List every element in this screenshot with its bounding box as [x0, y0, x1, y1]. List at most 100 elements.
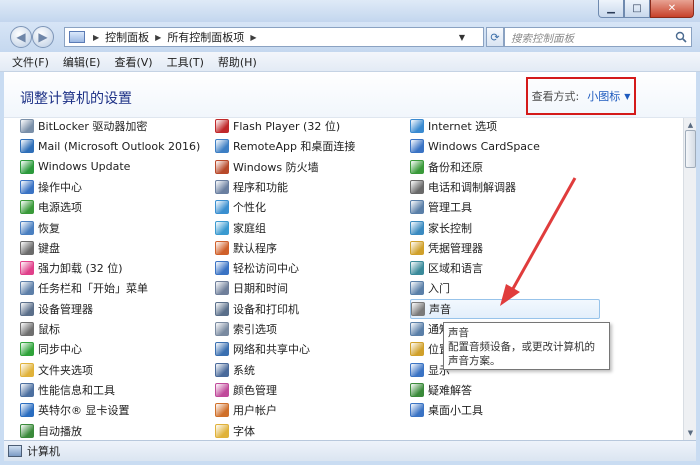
control-panel-item-label: 电话和调制解调器	[428, 180, 516, 194]
intel-graphics-icon	[20, 403, 34, 418]
control-panel-item[interactable]: 强力卸载 (32 位)	[20, 258, 123, 278]
control-panel-item[interactable]: 任务栏和「开始」菜单	[20, 278, 148, 298]
control-panel-item[interactable]: 设备管理器	[20, 299, 93, 319]
control-panel-item-label: 程序和功能	[233, 180, 288, 194]
refresh-button[interactable]: ⟳	[486, 27, 504, 47]
menu-help[interactable]: 帮助(H)	[218, 54, 257, 70]
control-panel-item[interactable]: 电话和调制解调器	[410, 177, 516, 197]
control-panel-item[interactable]: 字体	[215, 421, 255, 441]
bitlocker-icon	[20, 119, 34, 133]
menu-view[interactable]: 查看(V)	[114, 54, 152, 70]
flash-player-icon	[215, 119, 229, 133]
control-panel-item[interactable]: Windows CardSpace	[410, 136, 540, 156]
refresh-icon: ⟳	[490, 30, 500, 44]
control-panel-item[interactable]: BitLocker 驱动器加密	[20, 118, 147, 136]
search-input[interactable]: 搜索控制面板	[504, 27, 692, 47]
control-panel-item[interactable]: 性能信息和工具	[20, 380, 115, 400]
control-panel-item[interactable]: 日期和时间	[215, 278, 288, 298]
breadcrumb-separator-icon[interactable]: ▶	[93, 33, 99, 42]
admin-tools-icon	[410, 200, 424, 215]
control-panel-item[interactable]: 区域和语言	[410, 258, 483, 278]
back-button[interactable]: ◀	[10, 26, 32, 48]
control-panel-item[interactable]: 个性化	[215, 197, 266, 217]
control-panel-item[interactable]: 电源选项	[20, 197, 82, 217]
control-panel-item-label: 自动播放	[38, 424, 82, 438]
control-panel-item[interactable]: 索引选项	[215, 319, 277, 339]
minimize-button[interactable]: ▁	[598, 0, 624, 18]
control-panel-item[interactable]: 英特尔® 显卡设置	[20, 400, 130, 420]
control-panel-item[interactable]: 桌面小工具	[410, 400, 483, 420]
control-panel-item[interactable]: 默认程序	[215, 238, 277, 258]
control-panel-item[interactable]: 系统	[215, 360, 255, 380]
control-panel-item[interactable]: 管理工具	[410, 197, 472, 217]
phone-modem-icon	[410, 179, 424, 194]
page-title: 调整计算机的设置	[20, 91, 132, 107]
menu-tools[interactable]: 工具(T)	[167, 54, 204, 70]
close-button[interactable]: ✕	[650, 0, 694, 18]
control-panel-item[interactable]: RemoteApp 和桌面连接	[215, 136, 355, 156]
view-by-dropdown[interactable]: 小图标	[587, 88, 620, 104]
control-panel-item[interactable]: 程序和功能	[215, 177, 288, 197]
control-panel-item[interactable]: 入门	[410, 278, 450, 298]
control-panel-item[interactable]: 声音	[410, 298, 600, 319]
scrollbar-thumb[interactable]	[685, 130, 696, 168]
control-panel-item-label: 疑难解答	[428, 383, 472, 397]
keyboard-icon	[20, 240, 34, 255]
control-panel-item[interactable]: 颜色管理	[215, 380, 277, 400]
control-panel-item[interactable]: 同步中心	[20, 339, 82, 359]
control-panel-items: BitLocker 驱动器加密 Mail (Microsoft Outlook 2…	[4, 118, 683, 440]
menu-edit[interactable]: 编辑(E)	[63, 54, 101, 70]
control-panel-item-label: 轻松访问中心	[233, 262, 299, 276]
control-panel-item[interactable]: 文件夹选项	[20, 360, 93, 380]
personalization-icon	[215, 200, 229, 215]
control-panel-item[interactable]: 家庭组	[215, 218, 266, 238]
caption-buttons: ▁ □ ✕	[598, 0, 694, 18]
breadcrumb-separator-icon[interactable]: ▶	[155, 33, 161, 42]
maximize-button[interactable]: □	[624, 0, 650, 18]
getting-started-icon	[410, 281, 424, 296]
default-programs-icon	[215, 240, 229, 255]
control-panel-item[interactable]: 疑难解答	[410, 380, 472, 400]
vertical-scrollbar[interactable]: ▲ ▼	[683, 118, 696, 440]
breadcrumb-control-panel[interactable]: 控制面板	[105, 29, 149, 45]
datetime-icon	[215, 281, 229, 296]
control-panel-item-label: Windows CardSpace	[428, 139, 540, 153]
control-panel-item[interactable]: 自动播放	[20, 421, 82, 441]
control-panel-item-label: Windows 防火墙	[233, 160, 319, 174]
control-panel-item[interactable]: 网络和共享中心	[215, 339, 310, 359]
control-panel-item[interactable]: Flash Player (32 位)	[215, 118, 340, 136]
control-panel-item-label: 声音	[429, 302, 451, 316]
chevron-down-icon[interactable]: ▼	[624, 92, 630, 101]
control-panel-item[interactable]: 恢复	[20, 218, 60, 238]
control-panel-item[interactable]: Mail (Microsoft Outlook 2016)	[20, 136, 200, 156]
control-panel-item-label: BitLocker 驱动器加密	[38, 120, 148, 133]
parental-controls-icon	[410, 220, 424, 235]
control-panel-item[interactable]: 用户帐户	[215, 400, 277, 420]
breadcrumb-separator-icon[interactable]: ▶	[250, 33, 256, 42]
control-panel-item[interactable]: 凭据管理器	[410, 238, 483, 258]
control-panel-item-label: 凭据管理器	[428, 241, 483, 255]
mail-icon	[20, 139, 34, 154]
forward-button[interactable]: ▶	[32, 26, 54, 48]
address-dropdown-icon[interactable]: ▼	[459, 33, 465, 42]
notification-icon	[410, 322, 424, 336]
control-panel-item[interactable]: 操作中心	[20, 177, 82, 197]
control-panel-item[interactable]: Internet 选项	[410, 118, 497, 136]
control-panel-item-label: 个性化	[233, 201, 266, 215]
breadcrumb-all-items[interactable]: 所有控制面板项	[167, 29, 244, 45]
control-panel-item[interactable]: 轻松访问中心	[215, 258, 299, 278]
control-panel-item[interactable]: 备份和还原	[410, 157, 483, 177]
control-panel-item[interactable]: 家长控制	[410, 218, 472, 238]
control-panel-item[interactable]: Windows 防火墙	[215, 157, 319, 177]
control-panel-item[interactable]: Windows Update	[20, 157, 130, 177]
menu-file[interactable]: 文件(F)	[12, 54, 49, 70]
scroll-down-icon[interactable]: ▼	[684, 426, 697, 440]
control-panel-item[interactable]: 键盘	[20, 238, 60, 258]
address-bar[interactable]: ▶ 控制面板 ▶ 所有控制面板项 ▶ ▼	[64, 27, 484, 47]
control-panel-item-label: 默认程序	[233, 241, 277, 255]
control-panel-item-label: 家长控制	[428, 221, 472, 235]
minimize-icon: ▁	[607, 3, 615, 14]
control-panel-item[interactable]: 鼠标	[20, 319, 60, 339]
credential-manager-icon	[410, 240, 424, 255]
control-panel-item[interactable]: 设备和打印机	[215, 299, 299, 319]
